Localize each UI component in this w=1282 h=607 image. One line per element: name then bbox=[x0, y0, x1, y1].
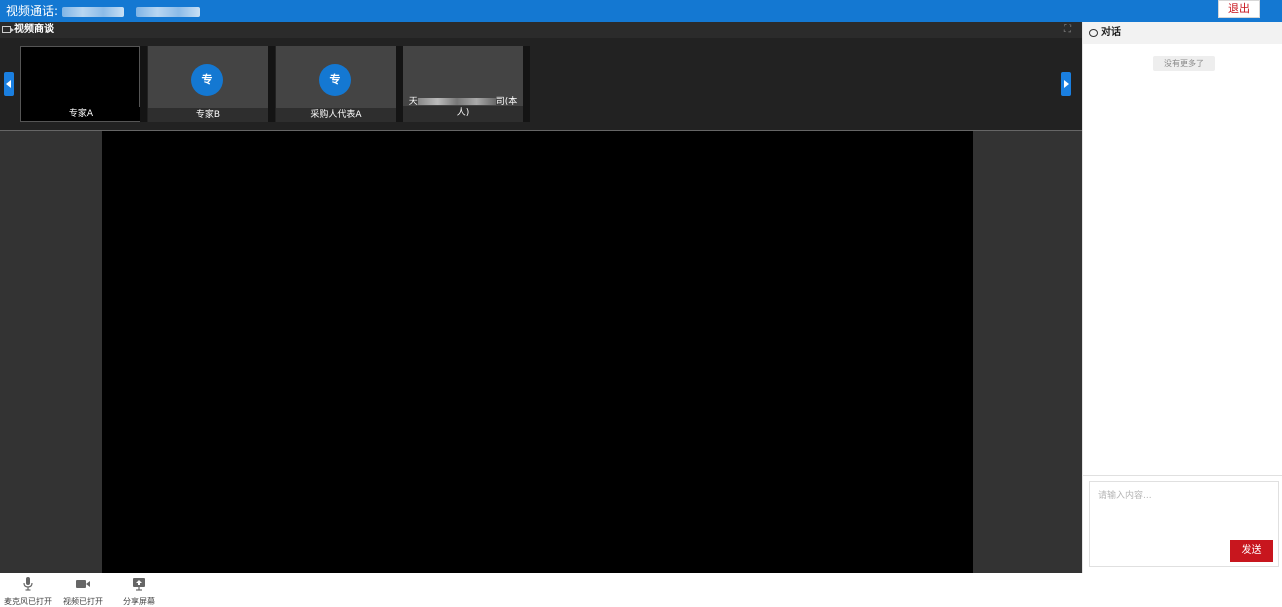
call-controls: 麦克风已打开 视频已打开 分享屏幕 bbox=[0, 573, 1282, 606]
scroll-right-button[interactable] bbox=[1061, 72, 1071, 96]
video-camera-icon bbox=[2, 26, 14, 33]
share-label: 分享屏幕 bbox=[123, 597, 155, 606]
participant-tile[interactable]: 天司(本 人) bbox=[403, 46, 523, 122]
participant-name: 采购人代表A bbox=[276, 108, 396, 122]
chat-header: 对话 bbox=[1083, 22, 1282, 44]
chevron-right-icon bbox=[1064, 80, 1069, 88]
microphone-icon bbox=[23, 577, 33, 591]
chat-panel: 对话 没有更多了 发送 bbox=[1082, 22, 1282, 573]
participant-strip: 专家A 专 专家B 专 采购人代表A 天司(本 人) bbox=[0, 38, 1082, 130]
no-more-messages: 没有更多了 bbox=[1153, 56, 1215, 71]
divider bbox=[1083, 475, 1282, 476]
main-video bbox=[102, 131, 973, 573]
call-title: 视频通话: bbox=[6, 4, 59, 18]
screen-share-icon bbox=[133, 578, 145, 591]
video-panel-title: 视频商谈 bbox=[14, 24, 54, 35]
video-panel-header: 视频商谈 ⛶ bbox=[0, 22, 1082, 38]
participant-name: 专家A bbox=[21, 107, 141, 121]
participant-name: 专家B bbox=[148, 108, 268, 122]
avatar: 专 bbox=[191, 64, 223, 96]
participant-name: 天司(本 人) bbox=[408, 97, 518, 118]
mic-label: 麦克风已打开 bbox=[4, 597, 52, 606]
participant-tile[interactable]: 专家A bbox=[20, 46, 141, 122]
camera-label: 视频已打开 bbox=[63, 597, 103, 606]
tile-divider bbox=[396, 46, 403, 122]
participant-tile[interactable]: 专 专家B bbox=[148, 46, 268, 122]
tile-divider bbox=[140, 46, 147, 122]
page-title: 视频通话: bbox=[6, 3, 200, 19]
top-bar: 视频通话: 退出 bbox=[0, 0, 1282, 22]
fullscreen-icon[interactable]: ⛶ bbox=[1064, 25, 1074, 35]
share-screen-button[interactable]: 分享屏幕 bbox=[113, 577, 165, 606]
camera-toggle-button[interactable]: 视频已打开 bbox=[57, 577, 109, 606]
redacted-text bbox=[61, 6, 124, 17]
redacted-text bbox=[135, 6, 200, 17]
tile-divider bbox=[523, 46, 530, 122]
send-button[interactable]: 发送 bbox=[1230, 540, 1273, 562]
video-panel: 视频商谈 ⛶ 专家A 专 专家B 专 采购人代表A 天司(本 人) bbox=[0, 22, 1082, 573]
chat-bubble-icon bbox=[1089, 29, 1098, 37]
scroll-left-button[interactable] bbox=[4, 72, 14, 96]
chevron-left-icon bbox=[6, 80, 11, 88]
chat-title: 对话 bbox=[1101, 27, 1121, 38]
avatar: 专 bbox=[319, 64, 351, 96]
redacted-text bbox=[417, 98, 496, 105]
exit-button[interactable]: 退出 bbox=[1218, 0, 1260, 18]
tile-divider bbox=[268, 46, 275, 122]
mic-toggle-button[interactable]: 麦克风已打开 bbox=[2, 577, 54, 606]
participant-tile[interactable]: 专 采购人代表A bbox=[276, 46, 396, 122]
video-camera-icon bbox=[76, 580, 90, 588]
